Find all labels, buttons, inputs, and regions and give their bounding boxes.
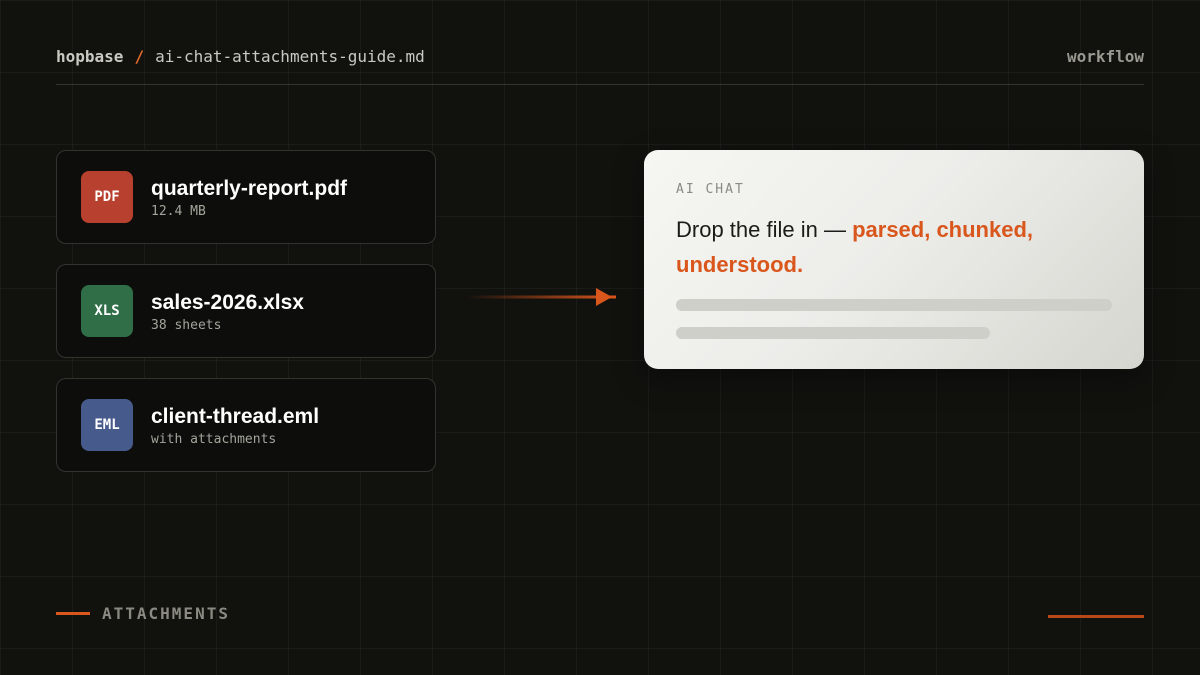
- footer-accent-rule-right: [1048, 615, 1144, 618]
- eml-file-icon: EML: [81, 399, 133, 451]
- arrow-right-icon: [466, 288, 616, 306]
- footer-section-label: ATTACHMENTS: [56, 602, 230, 624]
- chat-text-plain: Drop the file in —: [676, 217, 853, 242]
- chat-message: Drop the file in — parsed, chunked, unde…: [676, 212, 1116, 282]
- footer-label: ATTACHMENTS: [102, 603, 230, 623]
- file-meta: 38 sheets: [151, 317, 222, 333]
- file-card-pdf[interactable]: PDF quarterly-report.pdf 12.4 MB: [56, 150, 436, 244]
- pdf-file-icon: PDF: [81, 171, 133, 223]
- file-meta: with attachments: [151, 431, 277, 447]
- ai-chat-card[interactable]: AI CHAT Drop the file in — parsed, chunk…: [644, 150, 1144, 369]
- file-info: client-thread.eml with attachments: [151, 404, 319, 447]
- header-divider: [56, 84, 1144, 85]
- header: hopbase / ai-chat-attachments-guide.md w…: [56, 44, 1144, 68]
- xls-file-icon: XLS: [81, 285, 133, 337]
- footer-accent-rule: [56, 611, 90, 615]
- file-name: quarterly-report.pdf: [151, 176, 348, 200]
- file-info: sales-2026.xlsx 38 sheets: [151, 290, 304, 333]
- file-card-eml[interactable]: EML client-thread.eml with attachments: [56, 378, 436, 472]
- skeleton-line: [676, 299, 1112, 311]
- breadcrumb-root[interactable]: hopbase: [56, 47, 123, 66]
- breadcrumb-separator: /: [134, 46, 145, 66]
- file-list: PDF quarterly-report.pdf 12.4 MB XLS sal…: [56, 150, 436, 492]
- file-card-xls[interactable]: XLS sales-2026.xlsx 38 sheets: [56, 264, 436, 358]
- file-name: sales-2026.xlsx: [151, 290, 304, 314]
- skeleton-line: [676, 327, 990, 339]
- breadcrumb: hopbase / ai-chat-attachments-guide.md: [56, 47, 425, 66]
- file-meta: 12.4 MB: [151, 203, 206, 219]
- category-tag: workflow: [1066, 46, 1144, 66]
- file-info: quarterly-report.pdf 12.4 MB: [151, 176, 347, 219]
- file-name: client-thread.eml: [151, 404, 320, 428]
- chat-label: AI CHAT: [676, 182, 745, 197]
- breadcrumb-file: ai-chat-attachments-guide.md: [155, 46, 425, 66]
